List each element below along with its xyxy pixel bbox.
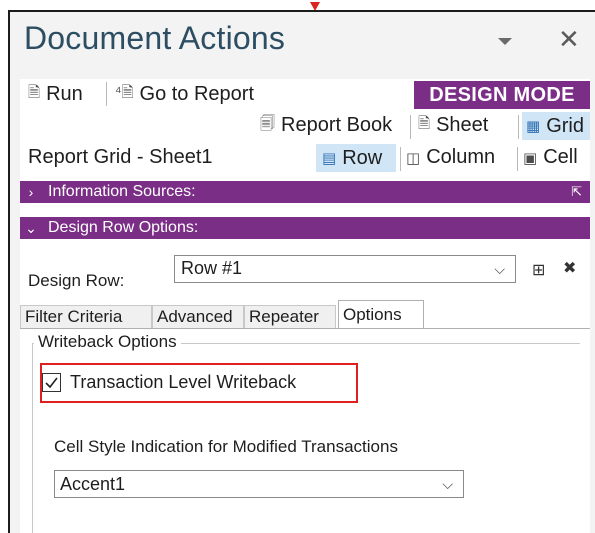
grid-button[interactable]: ▦ Grid xyxy=(522,112,590,140)
column-label: Column xyxy=(426,146,496,168)
cell-label: Cell xyxy=(543,146,578,168)
report-book-icon: 🗐 xyxy=(260,115,275,132)
design-row-value: Row #1 xyxy=(181,258,243,278)
divider xyxy=(410,115,411,139)
context-bar: Report Grid - Sheet1 ▤ Row ◫ Column ▣ Ce… xyxy=(20,143,590,173)
design-mode-badge: DESIGN MODE xyxy=(414,81,590,109)
tab-options[interactable]: Options xyxy=(338,300,424,328)
toolbar: 🗎 Run ⁴🗎 Go to Report DESIGN MODE xyxy=(20,79,590,109)
sheet-icon: 🗎 xyxy=(418,115,431,132)
context-title: Report Grid - Sheet1 xyxy=(28,146,213,168)
sheet-button[interactable]: 🗎 Sheet xyxy=(418,113,488,138)
report-icon: ⁴🗎 xyxy=(115,84,134,101)
checkmark-icon xyxy=(45,377,58,389)
grid-icon: ▦ xyxy=(526,118,541,135)
information-sources-label: Information Sources: xyxy=(48,183,196,200)
view-selector: 🗐 Report Book 🗎 Sheet ▦ Grid xyxy=(20,111,590,141)
sheet-label: Sheet xyxy=(436,114,489,136)
panel-titlebar: Document Actions ✕ xyxy=(10,12,595,72)
report-book-button[interactable]: 🗐 Report Book xyxy=(260,113,392,138)
design-row-label: Design Row: xyxy=(28,271,125,290)
design-row-options-header[interactable]: ⌄ Design Row Options: xyxy=(20,217,590,239)
cell-button[interactable]: ▣ Cell xyxy=(523,146,578,169)
chevron-down-icon[interactable] xyxy=(498,38,512,45)
task-pane-content: 🗎 Run ⁴🗎 Go to Report DESIGN MODE 🗐 Repo… xyxy=(20,79,590,533)
dropdown-icon: ⌵ xyxy=(442,476,453,492)
tab-advanced[interactable]: Advanced xyxy=(152,305,244,328)
row-label: Row xyxy=(342,146,383,169)
cell-icon: ▣ xyxy=(523,149,538,167)
grid-label: Grid xyxy=(546,114,584,137)
writeback-options-title: Writeback Options xyxy=(34,332,181,352)
go-to-report-label: Go to Report xyxy=(139,83,255,105)
column-button[interactable]: ◫ Column xyxy=(406,146,495,169)
pin-icon[interactable]: ⇱ xyxy=(571,184,582,200)
divider xyxy=(518,115,519,139)
cell-style-label: Cell Style Indication for Modified Trans… xyxy=(54,437,398,456)
report-book-label: Report Book xyxy=(281,114,393,136)
row-button[interactable]: ▤ Row xyxy=(316,144,396,172)
cell-style-value: Accent1 xyxy=(60,474,126,494)
design-row-options-label: Design Row Options: xyxy=(48,219,199,236)
run-label: Run xyxy=(46,83,83,105)
divider xyxy=(400,147,401,171)
run-button[interactable]: 🗎 Run xyxy=(28,82,83,107)
tab-repeater[interactable]: Repeater xyxy=(244,305,336,328)
divider xyxy=(517,147,518,171)
cell-style-select[interactable]: Accent1 ⌵ xyxy=(54,470,464,498)
dropdown-icon: ⌵ xyxy=(494,261,505,277)
row-icon: ▤ xyxy=(322,150,337,167)
chevron-right-icon: › xyxy=(28,184,34,200)
divider xyxy=(106,82,107,106)
chevron-down-icon: ⌄ xyxy=(25,219,37,236)
document-actions-panel: Document Actions ✕ 🗎 Run ⁴🗎 Go to Report… xyxy=(8,10,595,533)
options-tabs: Filter Criteria Advanced Repeater Option… xyxy=(20,300,590,328)
information-sources-header[interactable]: › Information Sources: ⇱ xyxy=(20,181,590,203)
options-panel: Writeback Options Transaction Level Writ… xyxy=(20,329,590,533)
design-row-select[interactable]: Row #1 ⌵ xyxy=(174,255,516,283)
add-row-icon[interactable]: ⊞ xyxy=(532,260,545,280)
run-icon: 🗎 xyxy=(28,84,41,101)
panel-title: Document Actions xyxy=(24,20,286,56)
column-icon: ◫ xyxy=(406,149,421,167)
delete-row-icon[interactable]: ✖ xyxy=(563,258,576,278)
go-to-report-button[interactable]: ⁴🗎 Go to Report xyxy=(115,82,254,107)
close-icon[interactable]: ✕ xyxy=(558,26,580,52)
tab-filter-criteria[interactable]: Filter Criteria xyxy=(20,305,152,328)
transaction-level-writeback-checkbox[interactable] xyxy=(42,373,61,392)
transaction-level-writeback-label: Transaction Level Writeback xyxy=(70,372,297,392)
